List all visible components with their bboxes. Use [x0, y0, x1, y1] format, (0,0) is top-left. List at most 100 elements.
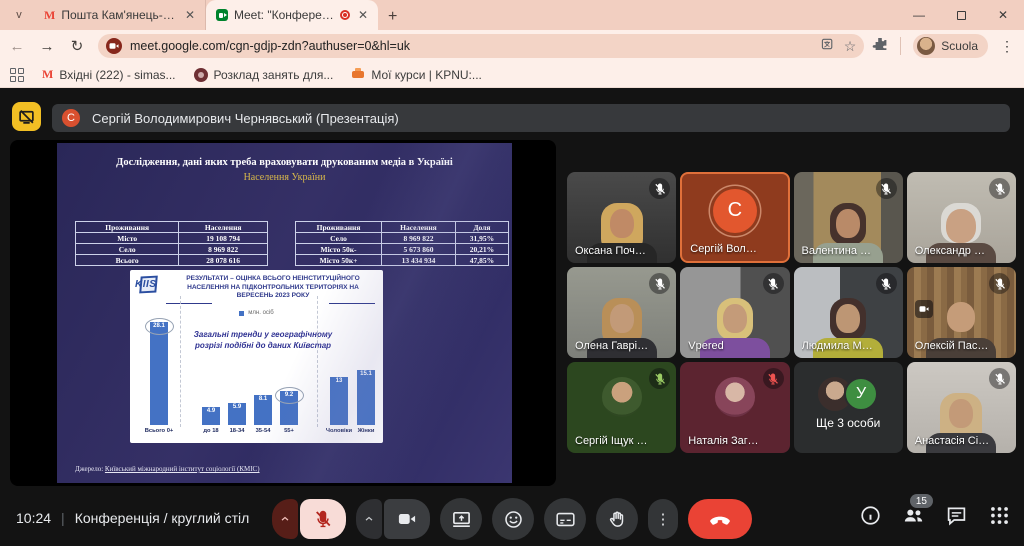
mic-off-icon — [649, 178, 670, 199]
chart-plot: 28.1Всього 0+ 4.9до 185.918-348.135-549.… — [130, 290, 383, 443]
participant-tile-active-speaker[interactable]: C Сергій Володим... — [680, 172, 789, 263]
slide-subtitle: Населення України — [57, 172, 512, 183]
people-panel-button[interactable]: 15 — [903, 505, 924, 531]
mic-muted-button[interactable] — [300, 499, 346, 539]
address-bar[interactable]: meet.google.com/cgn-gdjp-zdn?authuser=0&… — [98, 34, 864, 58]
translate-icon[interactable] — [821, 36, 836, 56]
meeting-details-button[interactable] — [860, 505, 881, 531]
participant-name: Оксана Почапсь... — [575, 245, 650, 257]
bookmark-courses[interactable]: Мої курси | KPNU:... — [351, 68, 482, 82]
participant-name: Олександр Волк... — [915, 245, 990, 257]
camera-options-chevron[interactable] — [356, 499, 382, 539]
present-screen-button[interactable] — [440, 498, 482, 540]
participant-name: Сергій Володим... — [690, 243, 761, 255]
slide: Дослідження, дані яких треба враховувати… — [57, 143, 512, 483]
chart-bar: 13Чоловіки — [330, 377, 348, 425]
reactions-button[interactable] — [492, 498, 534, 540]
bookmark-schedule[interactable]: Розклад занять для... — [194, 68, 334, 82]
raise-hand-button[interactable] — [596, 498, 638, 540]
participant-tile[interactable]: Сергій Іщук Serg... — [567, 362, 676, 453]
participant-name: Олексій Пасюга — [915, 340, 990, 352]
participant-tile[interactable]: Vpered — [680, 267, 789, 358]
chart-bar: 15.1Жінки — [357, 370, 375, 425]
chart-bar: 4.9до 18 — [202, 407, 220, 425]
chart-group-total: 28.1Всього 0+ — [150, 322, 168, 425]
url-text[interactable]: meet.google.com/cgn-gdjp-zdn?authuser=0&… — [130, 39, 813, 53]
camera-badge-icon — [915, 300, 933, 318]
chart-separator — [317, 296, 318, 427]
mic-control-group — [272, 499, 346, 539]
minimize-button[interactable]: — — [898, 0, 940, 30]
bookmark-star-icon[interactable]: ☆ — [844, 38, 857, 55]
site-camera-icon[interactable] — [106, 38, 122, 54]
mic-off-icon — [649, 273, 670, 294]
participant-name: Валентина Байт... — [802, 245, 877, 257]
tab-close-icon[interactable]: ✕ — [183, 8, 197, 22]
new-tab-button[interactable]: + — [388, 8, 397, 26]
bookmark-inbox[interactable]: M Вхідні (222) - simas... — [42, 67, 176, 82]
extensions-icon[interactable] — [872, 36, 888, 57]
presentation-stage[interactable]: Дослідження, дані яких треба враховувати… — [10, 140, 556, 486]
reload-button[interactable]: ↻ — [64, 33, 90, 59]
mic-off-icon — [876, 273, 897, 294]
schedule-icon — [194, 68, 208, 82]
participant-tile[interactable]: Анастасія Сіма... — [907, 362, 1016, 453]
participants-grid: Оксана Почапсь... C Сергій Володим... Ва… — [567, 172, 1016, 453]
chat-panel-button[interactable] — [946, 505, 967, 531]
profile-button[interactable]: Scuola — [913, 34, 988, 58]
mic-off-icon — [989, 368, 1010, 389]
more-participants-label: Ще 3 особи — [794, 416, 903, 430]
tab-meet[interactable]: Meet: "Конференція / кру..." ✕ — [206, 0, 378, 30]
camera-on-button[interactable] — [384, 499, 430, 539]
bookmarks-bar: M Вхідні (222) - simas... Розклад занять… — [0, 62, 1024, 88]
browser-menu-icon[interactable]: ⋮ — [1000, 38, 1014, 55]
more-options-button[interactable]: ⋮ — [648, 499, 678, 539]
meeting-name: Конференція / круглий стіл — [75, 510, 250, 526]
slide-title: Дослідження, дані яких треба враховувати… — [57, 157, 512, 168]
window-controls: — ✕ — [898, 0, 1024, 30]
mic-off-icon — [989, 178, 1010, 199]
close-window-button[interactable]: ✕ — [982, 0, 1024, 30]
people-count-badge: 15 — [910, 494, 933, 508]
apps-shortcut-icon[interactable] — [10, 68, 24, 82]
avatar-photo — [602, 377, 642, 417]
tab-gmail[interactable]: M Пошта Кам'янець-Подільськ... ✕ — [34, 0, 206, 30]
participant-tile[interactable]: Олексій Пасюга — [907, 267, 1016, 358]
participant-tile[interactable]: Валентина Байт... — [794, 172, 903, 263]
forward-button[interactable]: → — [34, 33, 60, 59]
participant-name: Vpered — [688, 340, 763, 352]
presenter-name: Сергій Володимирович Чернявський (Презен… — [92, 111, 399, 126]
participant-tile[interactable]: Олена Гаврівська — [567, 267, 676, 358]
chart-group-gender: 13Чоловіки 15.1Жінки — [330, 370, 375, 425]
meet-favicon — [216, 9, 228, 21]
recording-indicator-icon — [340, 10, 350, 20]
chart-bar: 28.1Всього 0+ — [150, 322, 168, 425]
mic-options-chevron[interactable] — [272, 499, 298, 539]
toolbar-divider — [900, 37, 901, 55]
participant-tile[interactable]: Наталія Загоруй... — [680, 362, 789, 453]
restore-button[interactable] — [940, 0, 982, 30]
bookmark-label: Мої курси | KPNU:... — [371, 68, 482, 82]
end-call-button[interactable] — [688, 499, 752, 539]
stacked-avatars: У — [818, 377, 878, 411]
participant-tile[interactable]: Олександр Волк... — [907, 172, 1016, 263]
participant-tile[interactable]: Оксана Почапсь... — [567, 172, 676, 263]
participant-name: Наталія Загоруй... — [688, 435, 763, 447]
tab-search-chevron-icon[interactable]: v — [6, 2, 32, 28]
tab-close-icon[interactable]: ✕ — [356, 8, 370, 22]
back-button[interactable]: ← — [4, 33, 30, 59]
source-link[interactable]: Київський міжнародний інститут соціологі… — [105, 465, 260, 473]
kiis-chart-panel: KIIS РЕЗУЛЬТАТИ – ОЦІНКА ВСЬОГО НЕІНСТИТ… — [130, 270, 383, 443]
participant-name: Олена Гаврівська — [575, 340, 650, 352]
participant-tile[interactable]: Людмила Марчук — [794, 267, 903, 358]
activities-button[interactable] — [989, 505, 1010, 531]
slide-source: Джерело: Київський міжнародний інститут … — [75, 465, 260, 473]
clock-time: 10:24 — [16, 510, 51, 526]
population-table-left: ПроживанняНаселення Місто19 108 794 Село… — [75, 221, 268, 266]
presentation-hidden-button[interactable] — [12, 102, 41, 131]
chart-group-age: 4.9до 185.918-348.135-549.255+ — [202, 391, 298, 425]
more-participants-tile[interactable]: У Ще 3 особи — [794, 362, 903, 453]
mic-off-icon — [649, 368, 670, 389]
tab-title: Meet: "Конференція / кру..." — [234, 8, 334, 22]
captions-button[interactable] — [544, 498, 586, 540]
